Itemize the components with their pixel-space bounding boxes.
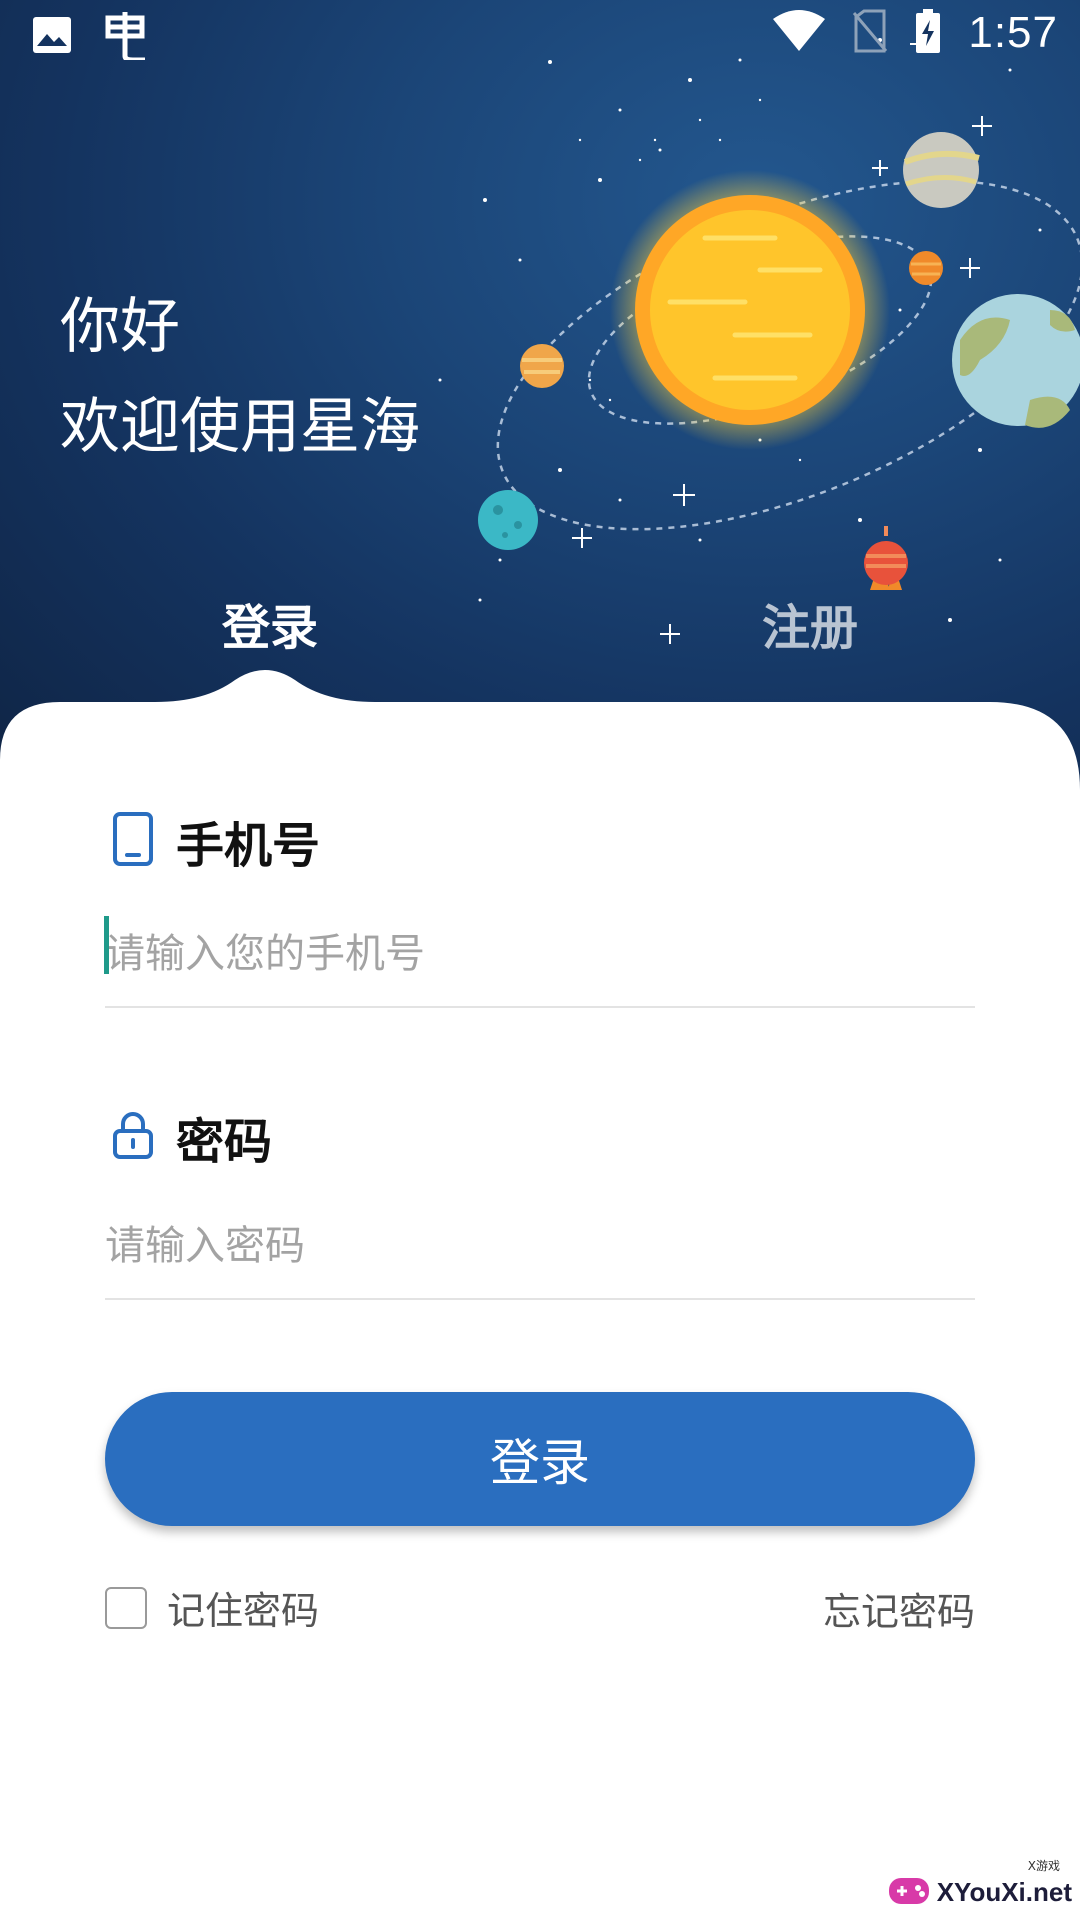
gamepad-icon (887, 1870, 931, 1914)
wifi-icon (772, 9, 826, 57)
small-orange-planet (909, 251, 943, 285)
tab-register[interactable]: 注册 (762, 588, 858, 658)
tab-login[interactable]: 登录 (222, 588, 318, 658)
bug-icon (100, 10, 152, 64)
remember-password[interactable]: 记住密码 (105, 1580, 319, 1635)
form-card (0, 670, 1080, 820)
login-button[interactable]: 登录 (105, 1392, 975, 1526)
status-time: 1:57 (968, 8, 1058, 57)
password-field-label: 密码 (112, 1102, 272, 1172)
lock-icon (112, 1110, 154, 1164)
welcome-text: 欢迎使用星海 (60, 392, 420, 462)
status-bar: 1:57 (0, 0, 1080, 76)
text-caret (104, 916, 109, 974)
orange-planet (520, 344, 564, 388)
image-icon (32, 16, 72, 58)
remember-label: 记住密码 (167, 1589, 320, 1633)
phone-field-label: 手机号 (112, 806, 320, 876)
phone-input[interactable] (105, 902, 975, 1008)
phone-icon (112, 811, 154, 871)
greeting-text: 你好 (60, 292, 180, 362)
no-sim-icon (852, 9, 888, 57)
watermark-text: XYouXi.net (936, 1876, 1072, 1907)
phone-label-text: 手机号 (176, 818, 321, 874)
watermark: XYouXi.net (887, 1870, 1072, 1914)
remember-checkbox[interactable] (105, 1586, 147, 1629)
forgot-password-link[interactable]: 忘记密码 (823, 1581, 975, 1636)
grey-planet (903, 132, 979, 208)
password-input[interactable] (105, 1194, 975, 1300)
teal-planet (478, 490, 538, 550)
battery-charging-icon (914, 8, 942, 58)
password-label-text: 密码 (176, 1114, 273, 1170)
rocket (864, 526, 908, 590)
